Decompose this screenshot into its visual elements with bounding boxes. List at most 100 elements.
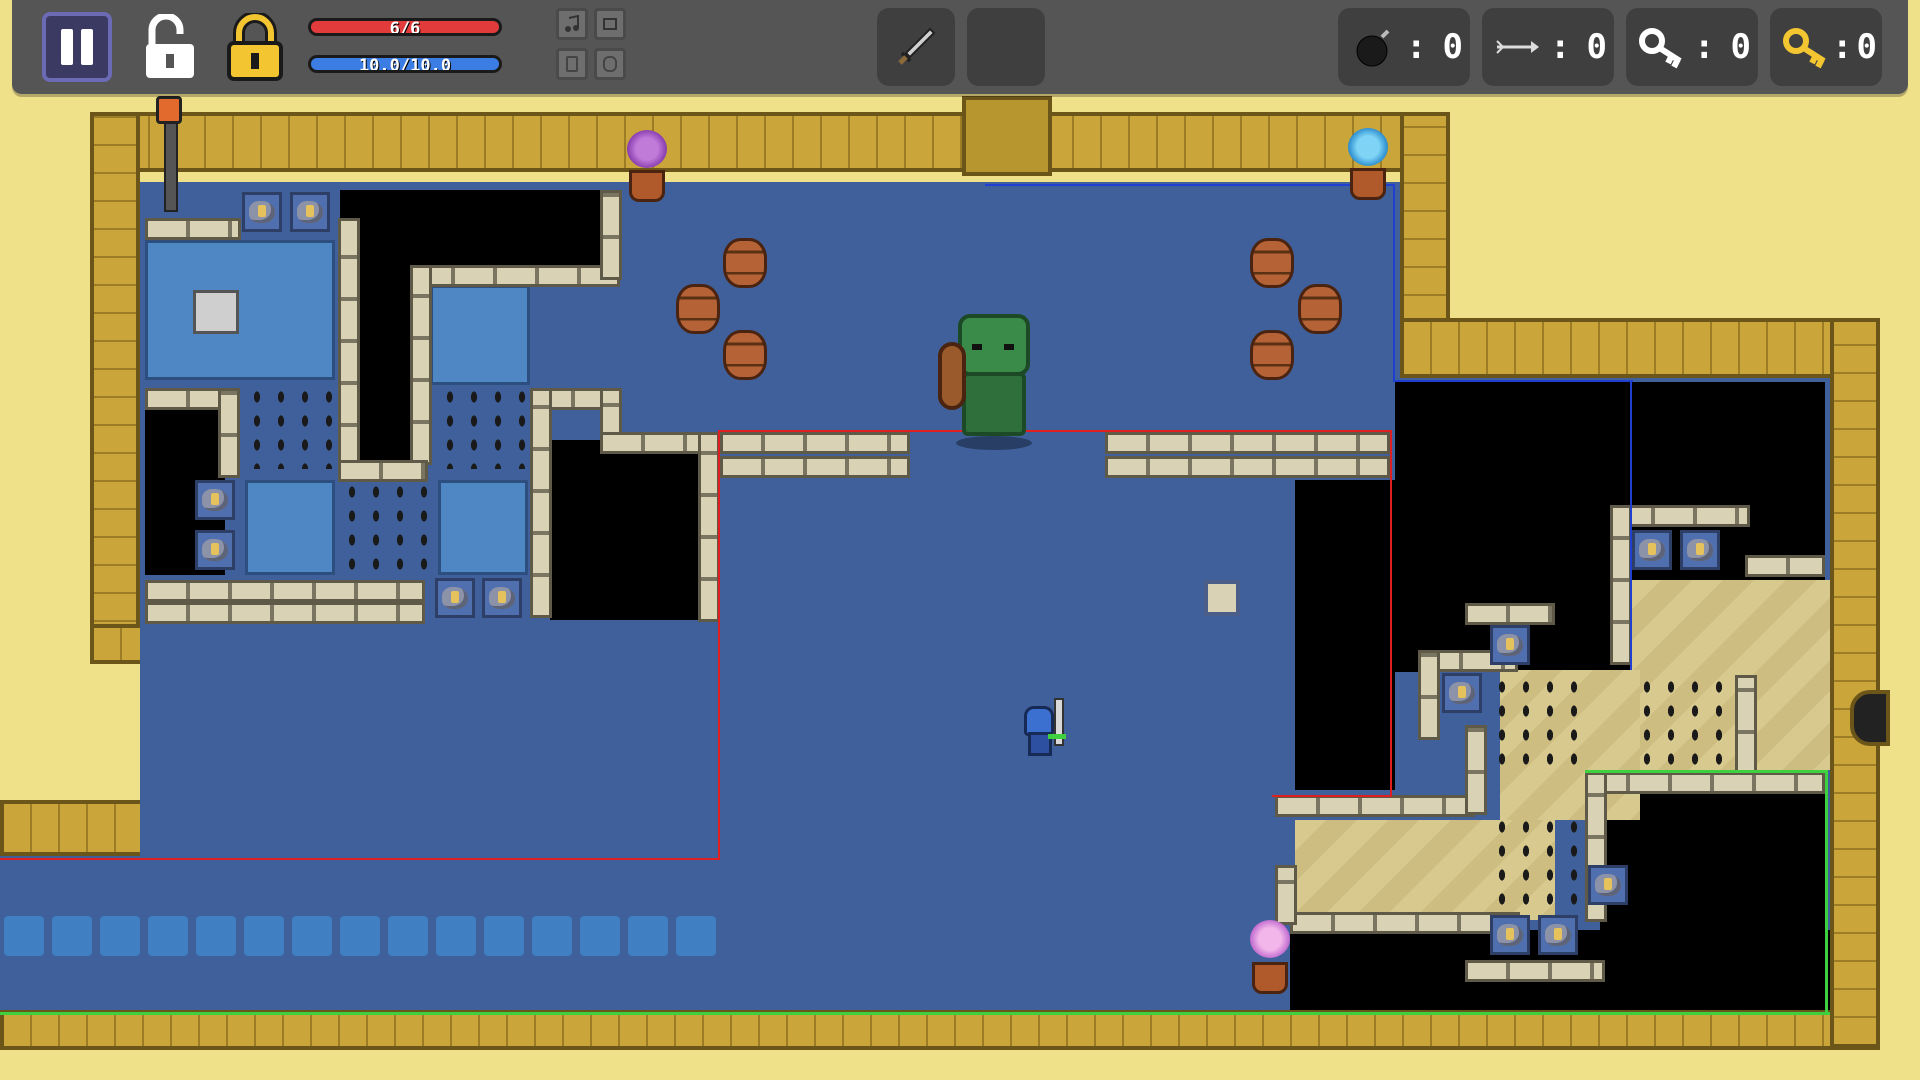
counter-colon: : — [1406, 27, 1427, 67]
barrel[interactable] — [1298, 284, 1342, 334]
green-boundary — [1825, 770, 1828, 1015]
w-light-floor — [245, 480, 335, 575]
scroll-pickup[interactable] — [1204, 580, 1240, 616]
counter-colon: : — [1550, 27, 1571, 67]
east-wall — [1830, 318, 1880, 1048]
red-boundary — [1272, 795, 1392, 797]
stone-wall — [1275, 795, 1475, 817]
barrel[interactable] — [1250, 330, 1294, 380]
music-note-icon[interactable] — [556, 8, 588, 40]
counter-colon: : — [1694, 27, 1715, 67]
silver-key-count: 0 — [1730, 27, 1751, 67]
red-boundary — [718, 430, 720, 860]
pause-icon — [61, 29, 73, 65]
stone-wall — [1745, 555, 1825, 577]
red-boundary — [720, 430, 1390, 432]
stone-wall — [1735, 675, 1757, 775]
jar-icon[interactable] — [556, 48, 588, 80]
flower-pot — [629, 170, 665, 202]
bomb-icon — [1348, 21, 1400, 73]
counter-colon: : — [1832, 27, 1853, 67]
rock-block — [195, 530, 235, 570]
stone-wall — [1105, 456, 1390, 478]
pink-flower — [1250, 920, 1290, 958]
silver-key-icon — [1636, 21, 1688, 73]
rock-block — [1538, 915, 1578, 955]
spike-trap — [1490, 815, 1590, 915]
gold-key-count: 0 — [1856, 27, 1877, 67]
silver-key-counter: : 0 — [1626, 8, 1758, 86]
blue-flower — [1348, 128, 1388, 166]
purple-flower — [627, 130, 667, 168]
nw-pit-column — [355, 230, 415, 470]
north-wall — [90, 112, 1450, 172]
w-pit-2 — [550, 440, 700, 620]
stone-wall — [338, 218, 360, 468]
stone-wall — [720, 456, 910, 478]
rock-block — [1490, 625, 1530, 665]
stone-wall — [338, 460, 428, 482]
health-text: 6/6 — [389, 19, 421, 36]
barrel[interactable] — [723, 238, 767, 288]
water-channel — [4, 916, 716, 956]
stone-wall — [1465, 725, 1487, 815]
health-bar: 6/6 — [308, 18, 502, 36]
stone-wall — [145, 218, 241, 240]
barrel[interactable] — [723, 330, 767, 380]
stone-wall — [698, 432, 720, 622]
arrow-count: 0 — [1586, 27, 1607, 67]
stone-wall — [1465, 603, 1555, 625]
rock-block — [1632, 530, 1672, 570]
scroll-icon[interactable] — [594, 8, 626, 40]
nw-light-floor-2 — [430, 285, 530, 385]
flower-pot — [1252, 962, 1288, 994]
weapon-slot-empty[interactable] — [967, 8, 1045, 86]
knight-player[interactable] — [1020, 698, 1070, 764]
pause-button[interactable] — [42, 12, 112, 82]
stone-wall — [530, 388, 552, 618]
pause-icon — [81, 29, 93, 65]
blue-boundary — [1393, 380, 1633, 382]
unlocked-padlock-icon[interactable] — [137, 12, 203, 82]
blue-boundary — [1630, 380, 1632, 670]
stone-wall — [218, 388, 240, 478]
potion-icon[interactable] — [594, 48, 626, 80]
weapon-slot-sword[interactable] — [877, 8, 955, 86]
stone-wall — [600, 432, 710, 454]
barrel[interactable] — [1250, 238, 1294, 288]
east-step-wall — [1400, 318, 1880, 378]
stone-wall — [1275, 865, 1297, 925]
floor-switch[interactable] — [193, 290, 239, 334]
locked-padlock-icon[interactable] — [222, 12, 288, 82]
gold-key-counter: : 0 — [1770, 8, 1882, 86]
arrow-counter: : 0 — [1482, 8, 1614, 86]
red-boundary — [1390, 430, 1392, 795]
nw-light-floor — [145, 240, 335, 380]
green-ogre-boss[interactable] — [938, 314, 1050, 454]
flower-pot — [1350, 168, 1386, 200]
stone-wall — [1585, 772, 1825, 794]
south-wall — [0, 1010, 1880, 1050]
north-door[interactable] — [962, 96, 1052, 176]
east-door[interactable] — [1850, 690, 1890, 746]
hud-bar: 6/6 10.0/10.0: 0: 0: 0: 0 — [12, 0, 1908, 94]
rock-block — [1442, 673, 1482, 713]
rock-block — [290, 192, 330, 232]
stone-wall — [1290, 912, 1520, 934]
blue-boundary — [985, 184, 1395, 186]
stone-wall — [1465, 960, 1605, 982]
stone-wall — [1418, 650, 1440, 740]
rock-block — [1490, 915, 1530, 955]
spike-trap — [1635, 675, 1735, 775]
bomb-counter: : 0 — [1338, 8, 1470, 86]
mana-text: 10.0/10.0 — [358, 56, 452, 73]
stone-wall — [145, 602, 425, 624]
barrel[interactable] — [676, 284, 720, 334]
east-pit — [1295, 480, 1395, 790]
w-light-floor-2 — [438, 480, 528, 575]
sword-icon — [898, 27, 936, 65]
spike-trap — [438, 385, 534, 469]
bomb-count: 0 — [1442, 27, 1463, 67]
gold-key-icon — [1780, 21, 1832, 73]
stone-wall — [410, 265, 432, 465]
